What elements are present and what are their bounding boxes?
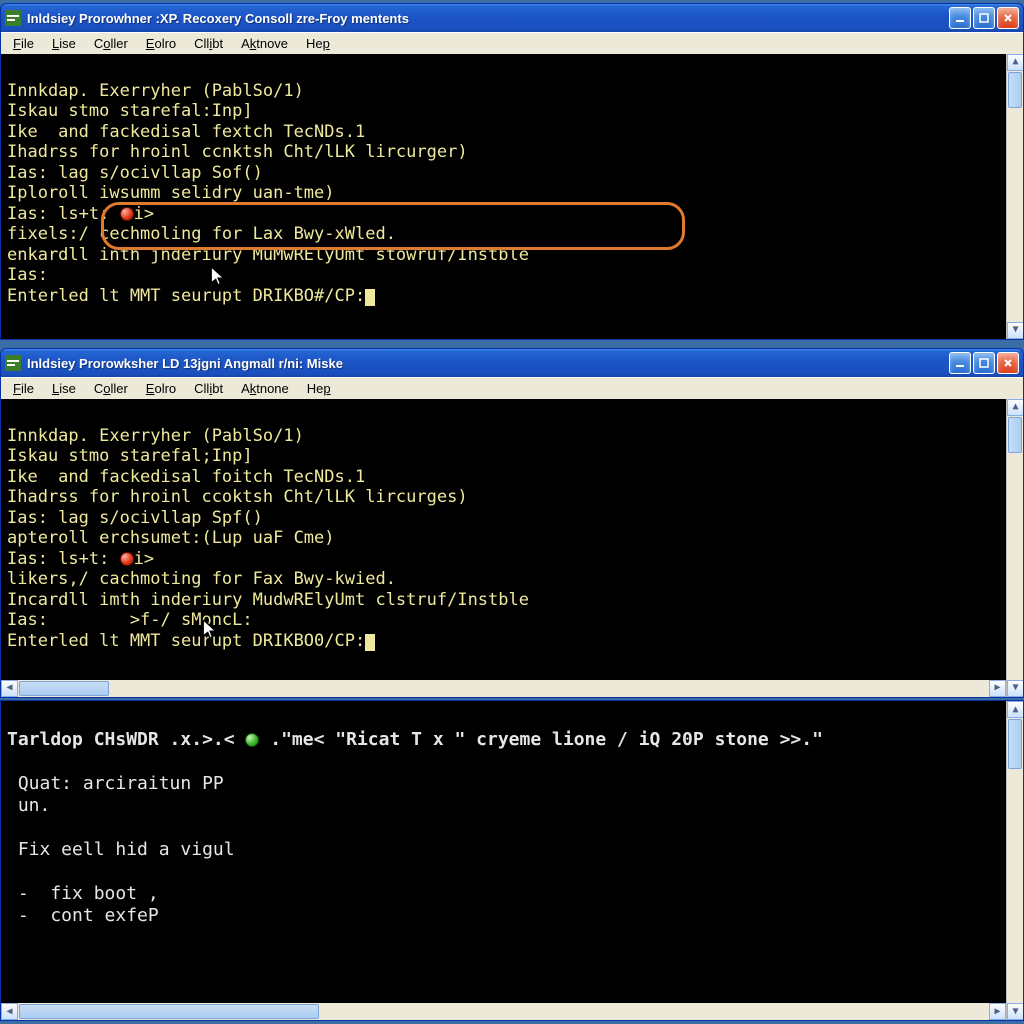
- console-line: Iskau stmo starefal:Inp]: [7, 101, 253, 121]
- console-line: fixels:/ cechmoling for Lax Bwy-xWled.: [7, 224, 396, 244]
- scroll-left-button[interactable]: ◀: [1, 680, 18, 697]
- menu-eolro[interactable]: Eolro: [138, 379, 184, 398]
- scroll-right-button[interactable]: ▶: [989, 680, 1006, 697]
- scroll-up-button[interactable]: ▲: [1007, 701, 1023, 718]
- console-line: Ias: >f-/ sMoncL:: [7, 610, 253, 630]
- console-line: Iploroll iwsumm selidry uan-tme): [7, 183, 335, 203]
- console-line: Ias:: [7, 265, 48, 285]
- text-cursor: [365, 289, 375, 306]
- vertical-scrollbar[interactable]: ▲ ▼: [1006, 54, 1023, 339]
- console-line: un.: [7, 795, 50, 816]
- menubar-2: File Lise Coller Eolro Cllibt Aktnone He…: [1, 377, 1023, 399]
- menu-aktnove[interactable]: Aktnove: [233, 34, 296, 53]
- console-line: Quat: arciraitun PP: [7, 773, 224, 794]
- window-title-2: Inldsiey Prorowksher LD 13jgni Angmall r…: [27, 356, 949, 371]
- console-line: likers,/ cachmoting for Fax Bwy-kwied.: [7, 569, 396, 589]
- app-icon: [5, 10, 21, 26]
- console-line: apteroll erchsumet:(Lup uaF Cme): [7, 528, 335, 548]
- close-button[interactable]: [997, 352, 1019, 374]
- scroll-down-button[interactable]: ▼: [1007, 1003, 1023, 1020]
- scroll-right-button[interactable]: ▶: [989, 1003, 1006, 1020]
- console-line: Iskau stmo starefal;Inp]: [7, 446, 253, 466]
- close-button[interactable]: [997, 7, 1019, 29]
- menu-file[interactable]: File: [5, 379, 42, 398]
- scroll-track[interactable]: [320, 1003, 989, 1020]
- maximize-button[interactable]: [973, 7, 995, 29]
- scroll-thumb[interactable]: [19, 1004, 319, 1019]
- menubar-1: File Lise Coller Eolro Cllibt Aktnove He…: [1, 32, 1023, 54]
- scroll-up-button[interactable]: ▲: [1007, 54, 1023, 71]
- console-line: i>: [134, 204, 154, 224]
- console-line: Ike and fackedisal foitch TecNDs.1: [7, 467, 365, 487]
- console-line: enkardll inth jnderiury MuMwRElyUmt stow…: [7, 245, 529, 265]
- menu-lise[interactable]: Lise: [44, 379, 84, 398]
- minimize-button[interactable]: [949, 352, 971, 374]
- menu-coller[interactable]: Coller: [86, 379, 136, 398]
- scroll-thumb[interactable]: [1008, 72, 1022, 108]
- menu-cllibt[interactable]: Cllibt: [186, 379, 231, 398]
- menu-help[interactable]: Hep: [299, 379, 339, 398]
- console-line: Ike and fackedisal fextch TecNDs.1: [7, 122, 365, 142]
- app-icon: [5, 355, 21, 371]
- ok-dot-icon: [245, 733, 259, 747]
- console-line: Ihadrss for hroinl ccnktsh Cht/lLK lircu…: [7, 142, 468, 162]
- vertical-scrollbar[interactable]: ▲ ▼: [1006, 399, 1023, 697]
- scroll-thumb[interactable]: [1008, 417, 1022, 453]
- console-line: Enterled lt MMT seurupt DRIKBO#/CP:: [7, 286, 365, 306]
- horizontal-scrollbar[interactable]: ◀ ▶: [1, 1003, 1006, 1020]
- menu-file[interactable]: File: [5, 34, 42, 53]
- scroll-thumb[interactable]: [19, 681, 109, 696]
- menu-aktnone[interactable]: Aktnone: [233, 379, 297, 398]
- scroll-track[interactable]: [1007, 109, 1023, 322]
- scroll-down-button[interactable]: ▼: [1007, 680, 1023, 697]
- menu-eolro[interactable]: Eolro: [138, 34, 184, 53]
- console-line: Innkdap. Exerryher (PablSo/1): [7, 81, 304, 101]
- console-output-3[interactable]: Tarldop CHsWDR .x.>.< ."me< "Ricat T x "…: [1, 701, 1023, 1020]
- console-line: Enterled lt MMT seurupt DRIKBO0/CP:: [7, 631, 365, 651]
- console-line: i>: [134, 549, 154, 569]
- error-dot-icon: [120, 552, 134, 566]
- console-line: - fix boot ,: [7, 883, 159, 904]
- menu-help[interactable]: Hep: [298, 34, 338, 53]
- horizontal-scrollbar[interactable]: ◀ ▶: [1, 680, 1006, 697]
- minimize-button[interactable]: [949, 7, 971, 29]
- maximize-button[interactable]: [973, 352, 995, 374]
- console-line: Ihadrss for hroinl ccoktsh Cht/lLK lircu…: [7, 487, 468, 507]
- scroll-down-button[interactable]: ▼: [1007, 322, 1023, 339]
- bottom-console-pane: Tarldop CHsWDR .x.>.< ."me< "Ricat T x "…: [0, 700, 1024, 1021]
- console-line: Ias: ls+t:: [7, 549, 120, 569]
- scroll-track[interactable]: [1007, 454, 1023, 680]
- scroll-left-button[interactable]: ◀: [1, 1003, 18, 1020]
- window-controls-2: [949, 352, 1019, 374]
- console-output-1[interactable]: Innkdap. Exerryher (PablSo/1) Iskau stmo…: [1, 54, 1023, 339]
- console-line: Tarldop CHsWDR .x.>.<: [7, 729, 245, 750]
- console-output-2[interactable]: Innkdap. Exerryher (PablSo/1) Iskau stmo…: [1, 399, 1023, 697]
- console-line: Ias: lag s/ocivllap Spf(): [7, 508, 263, 528]
- menu-lise[interactable]: Lise: [44, 34, 84, 53]
- console-line: Ias: lag s/ocivllap Sof(): [7, 163, 263, 183]
- window-title-1: Inldsiey Prorowhner :XP. Recoxery Consol…: [27, 11, 949, 26]
- scroll-track[interactable]: [110, 680, 989, 697]
- titlebar-2[interactable]: Inldsiey Prorowksher LD 13jgni Angmall r…: [1, 349, 1023, 377]
- console-line: Ias: ls+t:: [7, 204, 120, 224]
- text-cursor: [365, 634, 375, 651]
- scroll-track[interactable]: [1007, 770, 1023, 1003]
- scroll-up-button[interactable]: ▲: [1007, 399, 1023, 416]
- console-line: Fix eell hid a vigul: [7, 839, 235, 860]
- window-recovery-console-2: Inldsiey Prorowksher LD 13jgni Angmall r…: [0, 348, 1024, 698]
- console-line: ."me< "Ricat T x " cryeme lione / iQ 20P…: [259, 729, 823, 750]
- scroll-thumb[interactable]: [1008, 719, 1022, 769]
- menu-cllibt[interactable]: Cllibt: [186, 34, 231, 53]
- console-line: Incardll imth inderiury MudwRElyUmt clst…: [7, 590, 529, 610]
- vertical-scrollbar[interactable]: ▲ ▼: [1006, 701, 1023, 1020]
- window-recovery-console-1: Inldsiey Prorowhner :XP. Recoxery Consol…: [0, 3, 1024, 340]
- console-line: - cont exfeP: [7, 905, 159, 926]
- menu-coller[interactable]: Coller: [86, 34, 136, 53]
- error-dot-icon: [120, 207, 134, 221]
- window-controls-1: [949, 7, 1019, 29]
- titlebar-1[interactable]: Inldsiey Prorowhner :XP. Recoxery Consol…: [1, 4, 1023, 32]
- console-line: Innkdap. Exerryher (PablSo/1): [7, 426, 304, 446]
